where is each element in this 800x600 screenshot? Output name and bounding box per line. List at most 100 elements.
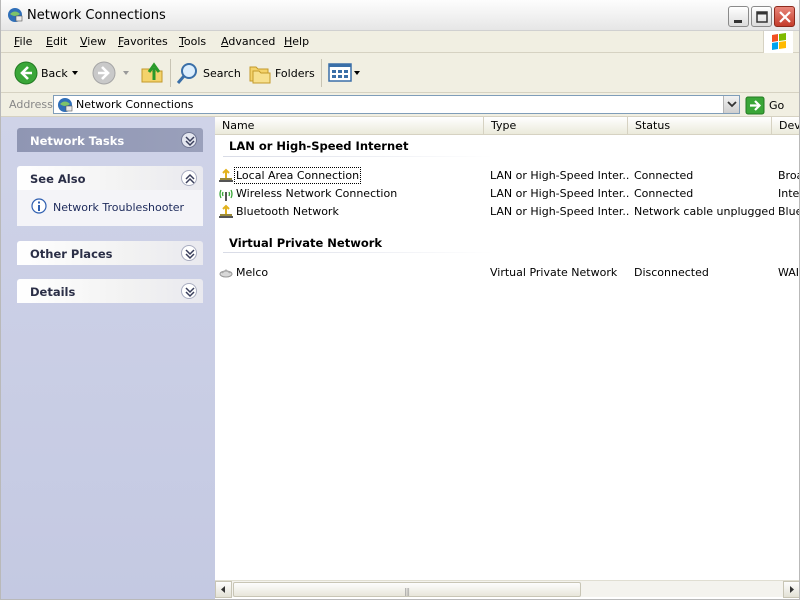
connection-device: Broa [778, 169, 799, 182]
connection-status: Connected [634, 187, 694, 200]
connection-type: LAN or High-Speed Inter... [490, 169, 630, 182]
address-bar: Address Network Connections Go [1, 93, 799, 117]
collapse-button[interactable] [181, 170, 197, 186]
title-bar[interactable]: Network Connections [1, 0, 799, 31]
list-item[interactable]: Bluetooth Network LAN or High-Speed Inte… [215, 204, 800, 220]
lan-icon [219, 168, 233, 182]
chevron-double-down-icon [185, 249, 195, 260]
minimize-button[interactable] [728, 6, 749, 27]
group-header-vpn: Virtual Private Network [229, 236, 383, 250]
scrollbar-thumb[interactable]: ||| [233, 582, 581, 597]
scroll-right-button[interactable] [783, 581, 799, 598]
folders-button[interactable]: Folders [247, 59, 315, 87]
menu-file[interactable]: File [14, 35, 32, 48]
other-places-title: Other Places [30, 247, 113, 261]
network-troubleshooter-link[interactable]: Network Troubleshooter [53, 201, 184, 214]
see-also-header[interactable]: See Also [17, 166, 203, 190]
horizontal-scrollbar[interactable]: ||| [215, 580, 799, 598]
maximize-button[interactable] [751, 6, 772, 27]
address-field[interactable]: Network Connections [53, 95, 740, 114]
menu-tools[interactable]: Tools [179, 35, 206, 48]
toolbar-separator [321, 59, 322, 87]
see-also-panel: See Also Network Troubleshooter [17, 166, 203, 226]
go-label: Go [769, 99, 785, 112]
forward-arrow-icon [92, 61, 116, 85]
forward-dropdown-icon[interactable] [123, 71, 131, 77]
other-places-header[interactable]: Other Places [17, 241, 203, 265]
group-header-lan: LAN or High-Speed Internet [229, 139, 409, 153]
list-item[interactable]: Wireless Network Connection LAN or High-… [215, 186, 800, 202]
network-tasks-header[interactable]: Network Tasks [17, 128, 203, 152]
list-item[interactable]: Local Area Connection LAN or High-Speed … [215, 167, 799, 184]
info-icon [31, 198, 47, 214]
connection-status: Network cable unplugged [634, 205, 774, 218]
expand-button[interactable] [181, 283, 197, 299]
menu-favorites[interactable]: Favorites [118, 35, 168, 48]
chevron-double-down-icon [185, 136, 195, 147]
folder-up-icon [141, 62, 163, 83]
forward-button[interactable] [91, 59, 135, 87]
maximize-icon [756, 11, 768, 23]
windows-flag-icon [772, 33, 786, 50]
menu-view[interactable]: View [80, 35, 106, 48]
views-button[interactable] [327, 59, 363, 87]
close-icon [779, 11, 791, 23]
grip-icon: ||| [404, 587, 410, 596]
go-arrow-icon [745, 96, 765, 115]
list-item[interactable]: Melco Virtual Private Network Disconnect… [215, 265, 799, 281]
network-tasks-panel: Network Tasks [17, 128, 203, 152]
connection-device: Blue [778, 205, 800, 218]
task-pane: Network Tasks See Also Network Troublesh… [1, 117, 215, 599]
column-header-type[interactable]: Type [484, 117, 628, 135]
vpn-icon [219, 269, 233, 278]
back-button[interactable]: Back [11, 59, 83, 87]
chevron-right-icon [790, 586, 794, 593]
connection-status: Connected [634, 169, 694, 182]
column-header-name[interactable]: Name [215, 117, 484, 135]
menu-edit[interactable]: Edit [46, 35, 67, 48]
column-header-status[interactable]: Status [628, 117, 772, 135]
see-also-body: Network Troubleshooter [17, 190, 203, 226]
wireless-icon [219, 189, 233, 201]
address-dropdown-button[interactable] [723, 96, 739, 113]
lan-icon [219, 204, 233, 218]
address-label: Address [9, 98, 53, 111]
views-icon [328, 63, 352, 82]
network-connections-icon [58, 98, 73, 112]
menu-help[interactable]: Help [284, 35, 309, 48]
explorer-window: Network Connections File Edit View Favor… [0, 0, 800, 600]
scroll-left-button[interactable] [215, 581, 232, 598]
details-header[interactable]: Details [17, 279, 203, 303]
menu-bar: File Edit View Favorites Tools Advanced … [1, 31, 799, 53]
group-divider [223, 252, 493, 253]
expand-button[interactable] [181, 245, 197, 261]
windows-logo [763, 31, 793, 53]
search-label: Search [203, 67, 241, 80]
column-header-device[interactable]: Dev [772, 117, 799, 135]
back-dropdown-icon[interactable] [72, 71, 80, 77]
network-connections-icon [8, 8, 23, 22]
connection-name: Local Area Connection [233, 167, 362, 184]
see-also-title: See Also [30, 172, 86, 186]
up-button[interactable] [140, 59, 166, 87]
menu-advanced[interactable]: Advanced [221, 35, 275, 48]
column-headers: Name Type Status Dev [215, 117, 799, 135]
go-button[interactable]: Go [745, 96, 795, 115]
expand-button[interactable] [181, 132, 197, 148]
network-tasks-title: Network Tasks [30, 134, 125, 148]
folders-label: Folders [275, 67, 315, 80]
address-value: Network Connections [76, 98, 194, 111]
connection-name: Wireless Network Connection [236, 187, 398, 200]
chevron-double-down-icon [185, 287, 195, 298]
minimize-icon [734, 20, 742, 23]
search-button[interactable]: Search [175, 59, 241, 87]
close-button[interactable] [774, 6, 795, 27]
group-divider [223, 156, 493, 157]
standard-toolbar: Back Search Folders [1, 53, 799, 93]
views-dropdown-icon [354, 71, 360, 75]
folders-icon [249, 66, 271, 84]
connection-device: Inte [778, 187, 800, 200]
back-label: Back [41, 67, 68, 80]
connection-name: Bluetooth Network [236, 205, 339, 218]
window-title: Network Connections [27, 8, 166, 23]
